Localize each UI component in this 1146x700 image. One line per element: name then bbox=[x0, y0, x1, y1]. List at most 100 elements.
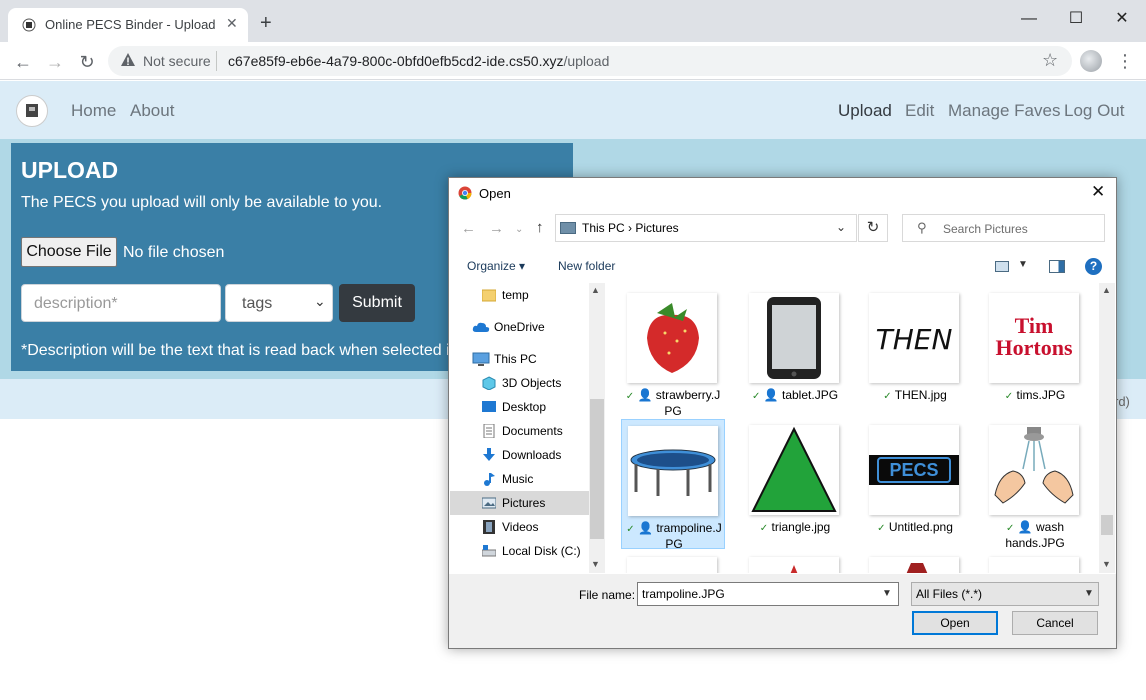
strawberry-thumbnail bbox=[627, 293, 717, 383]
tags-select-value: tags bbox=[242, 295, 273, 312]
file-tile[interactable]: ✓ triangle.jpg bbox=[743, 419, 847, 549]
file-tile[interactable]: ✓ 👤 wash hands.JPG bbox=[983, 419, 1087, 550]
tree-item-desktop[interactable]: Desktop bbox=[450, 395, 590, 419]
file-name: ✓ triangle.jpg bbox=[745, 520, 845, 536]
tree-item-temp[interactable]: temp bbox=[450, 283, 590, 307]
dialog-close-icon[interactable]: ✕ bbox=[1091, 182, 1105, 202]
tab-close-icon[interactable]: ✕ bbox=[226, 15, 238, 32]
tree-item-videos[interactable]: Videos bbox=[450, 515, 590, 539]
preview-pane-icon[interactable] bbox=[1049, 260, 1065, 273]
file-grid-scrollbar[interactable]: ▲ ▼ bbox=[1099, 283, 1115, 573]
file-name: ✓ 👤 trampoline.J PG bbox=[624, 521, 724, 552]
refresh-icon[interactable]: ↻ bbox=[858, 214, 888, 242]
cancel-button[interactable]: Cancel bbox=[1012, 611, 1098, 635]
tree-label: Downloads bbox=[502, 448, 562, 462]
tree-item-this-pc[interactable]: This PC bbox=[450, 347, 590, 371]
file-name-line1: tablet.JPG bbox=[782, 388, 839, 402]
file-tile[interactable]: PECS ✓ Untitled.png bbox=[863, 419, 967, 549]
up-folder-icon[interactable]: ↑ bbox=[536, 219, 544, 236]
url-separator bbox=[216, 51, 217, 71]
open-button[interactable]: Open bbox=[912, 611, 998, 635]
logo-icon bbox=[26, 104, 38, 117]
scroll-up-icon[interactable]: ▲ bbox=[1102, 285, 1111, 295]
file-name-input[interactable]: trampoline.JPG ▼ bbox=[637, 582, 899, 606]
description-note: *Description will be the text that is re… bbox=[21, 342, 449, 359]
chevron-down-icon[interactable]: ▼ bbox=[882, 588, 892, 599]
file-name-line1: Untitled.png bbox=[888, 520, 953, 534]
chevron-down-icon[interactable]: ▼ bbox=[1018, 259, 1028, 270]
description-input[interactable]: description* bbox=[21, 284, 221, 322]
nav-upload-link[interactable]: Upload bbox=[838, 101, 892, 121]
file-tile[interactable]: ✓ 👤 strawberry.J PG bbox=[621, 287, 725, 418]
browser-tab[interactable]: Online PECS Binder - Upload ✕ bbox=[8, 8, 248, 42]
file-type-select[interactable]: All Files (*.*) ▼ bbox=[911, 582, 1099, 606]
back-icon[interactable]: ← bbox=[10, 49, 36, 75]
file-tile[interactable] bbox=[863, 551, 967, 573]
search-input[interactable]: ⚲ Search Pictures bbox=[902, 214, 1105, 242]
new-tab-button[interactable]: + bbox=[260, 13, 272, 33]
recent-locations-chevron-icon[interactable]: ⌄ bbox=[515, 224, 523, 235]
file-tile-selected[interactable]: ✓ 👤 trampoline.J PG bbox=[621, 419, 725, 552]
file-tile[interactable]: ✓ 👤 tablet.JPG bbox=[743, 287, 847, 417]
file-tile[interactable] bbox=[743, 551, 847, 573]
tree-item-downloads[interactable]: Downloads bbox=[450, 443, 590, 467]
new-folder-button[interactable]: New folder bbox=[558, 259, 615, 273]
tree-item-onedrive[interactable]: OneDrive bbox=[450, 315, 590, 339]
sync-check-icon: ✓ bbox=[883, 391, 892, 402]
nav-edit-link[interactable]: Edit bbox=[905, 101, 934, 121]
file-tile[interactable]: Tim Hortons ✓ tims.JPG bbox=[983, 287, 1087, 417]
chevron-down-icon[interactable]: ▼ bbox=[1084, 588, 1094, 599]
tags-select[interactable]: tags ⌄ bbox=[225, 284, 333, 322]
tree-item-3d-objects[interactable]: 3D Objects bbox=[450, 371, 590, 395]
choose-file-button[interactable]: Choose File bbox=[21, 237, 117, 267]
warning-icon bbox=[121, 53, 135, 66]
dialog-back-icon[interactable]: ← bbox=[461, 220, 476, 237]
scroll-down-icon[interactable]: ▼ bbox=[1102, 559, 1111, 569]
tree-item-pictures[interactable]: Pictures bbox=[450, 491, 590, 515]
tree-item-music[interactable]: Music bbox=[450, 467, 590, 491]
site-logo[interactable] bbox=[16, 95, 48, 127]
browser-menu-icon[interactable]: ⋮ bbox=[1116, 50, 1134, 72]
file-name-line1: tims.JPG bbox=[1016, 388, 1066, 402]
organize-button[interactable]: Organize ▾ bbox=[467, 259, 525, 273]
bookmark-star-icon[interactable]: ☆ bbox=[1042, 50, 1058, 71]
nav-logout-link[interactable]: Log Out bbox=[1064, 101, 1125, 121]
address-bar[interactable]: Not secure c67e85f9-eb6e-4a79-800c-0bfd0… bbox=[108, 46, 1072, 76]
file-tile[interactable]: THEN ✓ THEN.jpg bbox=[863, 287, 967, 417]
scroll-down-icon[interactable]: ▼ bbox=[591, 559, 600, 569]
tablet-thumbnail bbox=[749, 293, 839, 383]
not-secure-label[interactable]: Not secure bbox=[143, 53, 211, 69]
tree-item-local-disk[interactable]: Local Disk (C:) bbox=[450, 539, 590, 563]
file-name-line2: PG bbox=[664, 404, 682, 418]
reload-icon[interactable]: ↻ bbox=[74, 49, 100, 75]
sync-check-icon: ✓ bbox=[759, 523, 769, 534]
submit-button[interactable]: Submit bbox=[339, 284, 415, 322]
forward-icon[interactable]: → bbox=[42, 49, 68, 75]
change-view-icon[interactable] bbox=[995, 261, 1009, 272]
help-icon[interactable]: ? bbox=[1085, 258, 1102, 275]
dialog-footer: File name: trampoline.JPG ▼ All Files (*… bbox=[449, 574, 1116, 648]
profile-avatar[interactable] bbox=[1080, 50, 1102, 72]
scrollbar-thumb[interactable] bbox=[1101, 515, 1113, 535]
url-text[interactable]: c67e85f9-eb6e-4a79-800c-0bfd0efb5cd2-ide… bbox=[228, 53, 609, 69]
nav-home-link[interactable]: Home bbox=[71, 101, 116, 121]
scrollbar-thumb[interactable] bbox=[590, 399, 604, 539]
nav-about-link[interactable]: About bbox=[130, 101, 174, 121]
window-close-icon[interactable]: ✕ bbox=[1099, 5, 1145, 33]
dialog-forward-icon[interactable]: → bbox=[489, 220, 504, 237]
chevron-down-icon[interactable]: ⌄ bbox=[836, 220, 846, 234]
tree-item-documents[interactable]: Documents bbox=[450, 419, 590, 443]
file-tile[interactable] bbox=[621, 551, 725, 573]
disk-icon bbox=[482, 545, 496, 557]
nav-manage-faves-link[interactable]: Manage Faves bbox=[948, 101, 1060, 121]
dialog-address-bar[interactable]: This PC › Pictures ⌄ bbox=[555, 214, 857, 242]
no-file-label: No file chosen bbox=[123, 244, 225, 261]
file-tile[interactable] bbox=[983, 551, 1087, 573]
tree-scrollbar[interactable]: ▲ ▼ bbox=[589, 283, 605, 573]
folder-icon bbox=[482, 289, 496, 302]
tims-logo-line2: Hortons bbox=[995, 335, 1073, 360]
tree-label: Music bbox=[502, 472, 534, 486]
maximize-icon[interactable]: ☐ bbox=[1053, 5, 1099, 33]
minimize-icon[interactable]: — bbox=[1006, 5, 1052, 33]
scroll-up-icon[interactable]: ▲ bbox=[591, 285, 600, 295]
